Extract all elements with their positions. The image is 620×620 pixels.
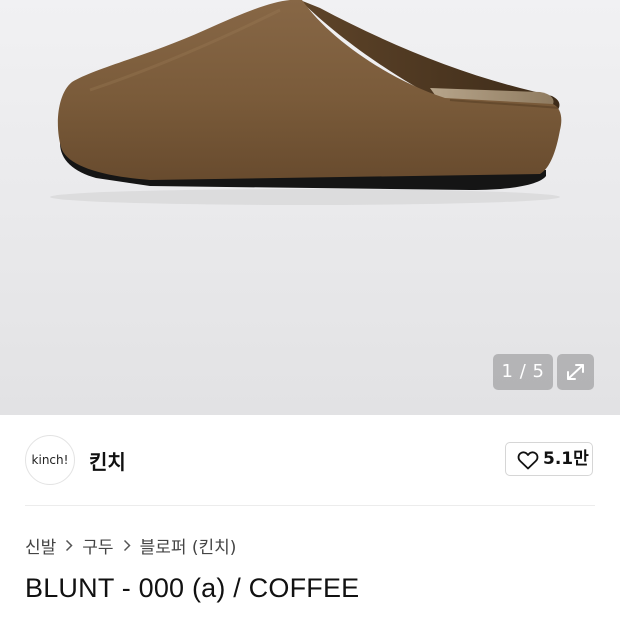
image-counter: 1 / 5 <box>493 354 553 390</box>
expand-icon <box>567 364 584 380</box>
chevron-right-icon <box>65 539 73 552</box>
breadcrumb: 신발 구두 블로퍼 (킨치) <box>25 532 236 558</box>
breadcrumb-item[interactable]: 블로퍼 (킨치) <box>140 533 237 558</box>
product-title: BLUNT - 000 (a) / COFFEE <box>25 573 360 603</box>
brand-row: kinch! 킨치 5.1만 <box>0 415 620 505</box>
heart-icon <box>517 451 539 470</box>
product-image-gallery[interactable]: 1 / 5 <box>0 0 620 415</box>
divider <box>25 505 595 506</box>
like-count: 5.1만 <box>543 449 589 469</box>
brand-name[interactable]: 킨치 <box>89 446 126 475</box>
product-page: 1 / 5 kinch! 킨치 5.1만 신발 구두 블로퍼 (킨치) BLUN… <box>0 0 620 620</box>
brand-logo[interactable]: kinch! <box>25 435 75 485</box>
breadcrumb-item[interactable]: 구두 <box>82 533 113 558</box>
chevron-right-icon <box>123 539 131 552</box>
expand-button[interactable] <box>557 354 594 390</box>
brown-suede-mule-icon <box>50 0 562 205</box>
breadcrumb-item[interactable]: 신발 <box>25 533 56 558</box>
like-button[interactable]: 5.1만 <box>505 442 593 476</box>
